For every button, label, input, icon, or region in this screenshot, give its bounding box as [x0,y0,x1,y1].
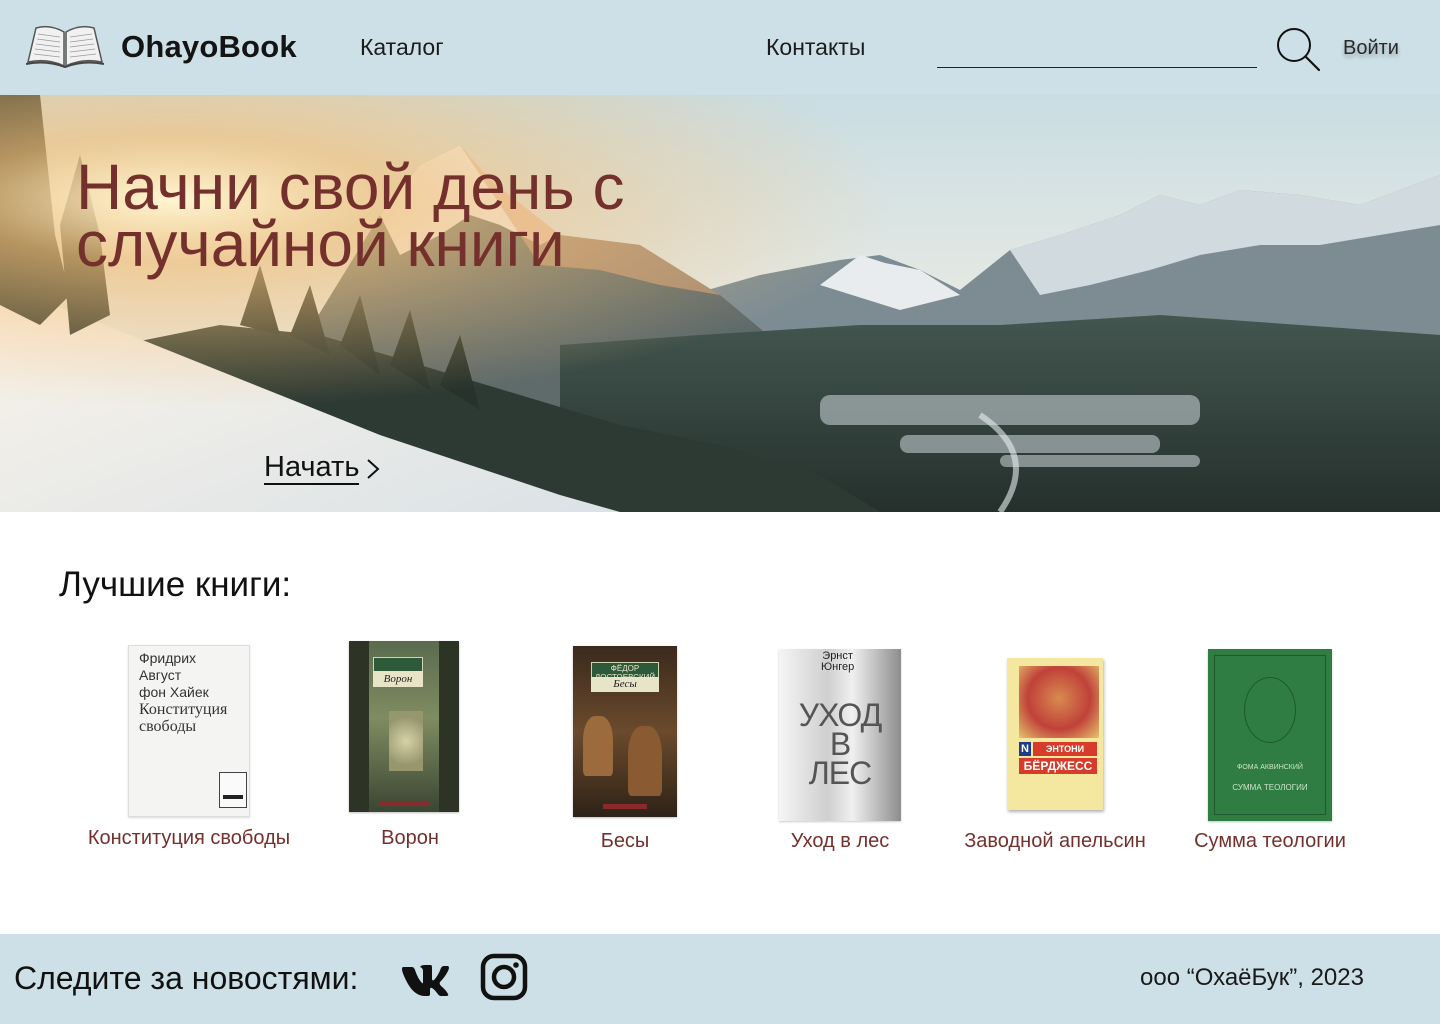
book-card[interactable]: Эрнст Юнгер УХОД В ЛЕС Уход в лес [735,648,945,863]
search-icon[interactable] [1275,26,1321,72]
hero-start-link[interactable]: Начать [264,452,381,485]
publisher-mark [219,772,247,808]
login-button[interactable]: Войти [1343,37,1399,60]
open-book-logo-icon[interactable] [26,22,104,68]
copyright: ооо “ОхаёБук”, 2023 [1140,964,1364,991]
cover-text: ЭНТОНИ [1033,742,1097,756]
book-cover[interactable]: ФЁДОР ДОСТОЕВСКИЙ Бесы [573,646,677,817]
book-cover[interactable]: N ЭНТОНИ БЁРДЖЕСС [1007,658,1103,810]
cover-text: ФОМА АКВИНСКИЙ [1237,764,1303,771]
cover-text: Конституция [139,701,228,718]
cover-text: Бесы [591,677,659,692]
vk-icon[interactable] [401,959,449,999]
book-cover[interactable]: Фридрих Август фон Хайек Конституция сво… [128,645,250,817]
cover-text: Ворон [373,671,423,687]
cover-text: БЁРДЖЕСС [1019,758,1097,774]
book-title[interactable]: Заводной апельсин [950,826,1160,856]
search-input[interactable] [937,30,1257,68]
book-title[interactable]: Бесы [520,826,730,856]
book-cover[interactable]: ФОМА АКВИНСКИЙ СУММА ТЕОЛОГИИ [1208,649,1332,821]
best-books-heading: Лучшие книги: [59,565,292,604]
book-title[interactable]: Конституция свободы [84,823,294,853]
cover-text: Август [139,667,182,683]
hero-start-label[interactable]: Начать [264,452,360,485]
site-footer: Следите за новостями: ооо “ОхаёБук”, 202… [0,934,1440,1024]
site-header: OhayoBook Каталог Контакты Войти [0,0,1440,95]
cover-text: СУММА ТЕОЛОГИИ [1232,783,1308,792]
book-card[interactable]: Ворон Ворон [305,640,515,860]
book-cover[interactable]: Эрнст Юнгер УХОД В ЛЕС [779,649,901,821]
cover-text: Фридрих [139,650,197,666]
instagram-icon[interactable] [480,953,528,1001]
book-card[interactable]: ФОМА АКВИНСКИЙ СУММА ТЕОЛОГИИ Сумма теол… [1165,648,1375,863]
cover-text: свободы [139,718,197,735]
book-card[interactable]: ФЁДОР ДОСТОЕВСКИЙ Бесы Бесы [520,645,730,860]
hero-title: Начни свой день с случайной книги [76,151,625,280]
follow-news-label: Следите за новостями: [14,960,359,996]
book-title[interactable]: Сумма теологии [1165,826,1375,856]
brand-name[interactable]: OhayoBook [121,29,297,65]
book-title[interactable]: Ворон [305,823,515,853]
nav-catalog-link[interactable]: Каталог [360,34,444,61]
hero-banner: Начни свой день с случайной книги Начать [0,95,1440,512]
book-card[interactable]: Фридрих Август фон Хайек Конституция сво… [84,645,294,885]
cover-text: Юнгер [821,661,855,673]
book-title[interactable]: Уход в лес [735,826,945,856]
book-cover[interactable]: Ворон [349,641,459,812]
chevron-right-icon[interactable] [365,457,381,481]
cover-text: ЛЕС [808,755,872,791]
cover-text: фон Хайек [139,684,209,700]
nav-contacts-link[interactable]: Контакты [766,34,865,61]
book-card[interactable]: N ЭНТОНИ БЁРДЖЕСС Заводной апельсин [950,657,1160,862]
